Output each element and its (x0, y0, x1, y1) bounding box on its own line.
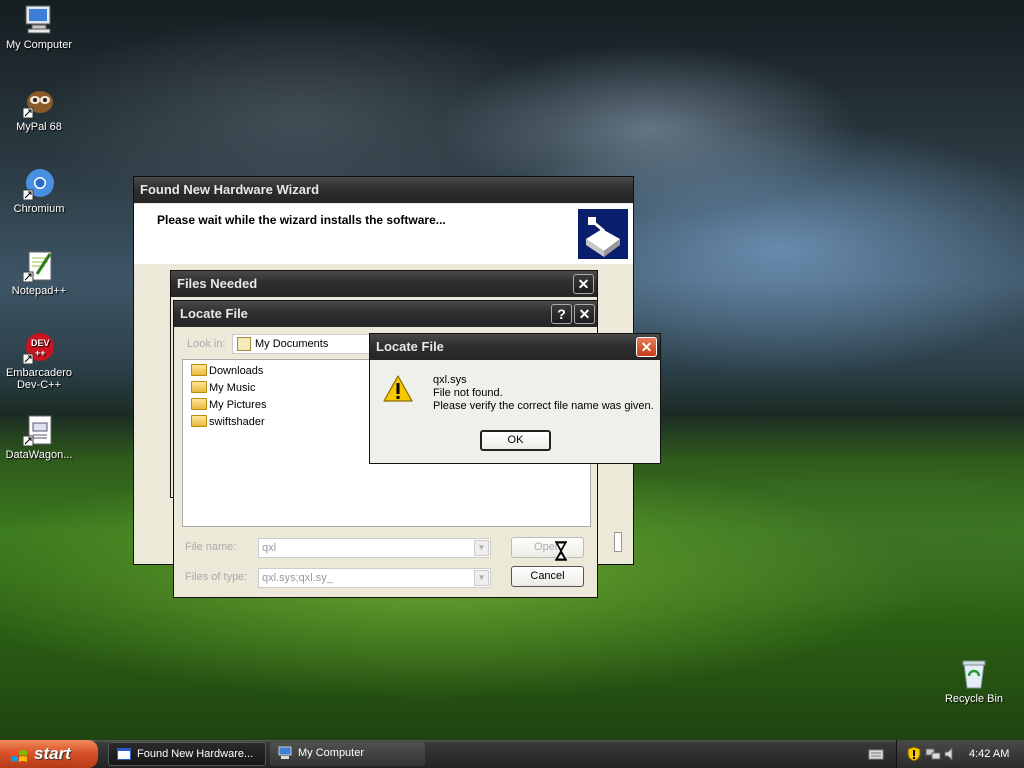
desktop-icon-label: Notepad++ (11, 285, 67, 297)
error-dialog-close-button[interactable]: ✕ (636, 337, 657, 357)
error-not-found: File not found. (433, 387, 503, 399)
locate-file-title: Locate File (180, 306, 248, 321)
taskbar: start Found New Hardware... My Computer … (0, 740, 1024, 768)
svg-text:DEV: DEV (31, 338, 50, 348)
taskbar-item-label: Found New Hardware... (137, 748, 254, 760)
file-name: swiftshader (209, 416, 265, 428)
look-in-select[interactable]: My Documents (232, 334, 372, 354)
taskbar-item-my-computer[interactable]: My Computer (270, 742, 425, 766)
files-of-type-select[interactable]: qxl.sys;qxl.sy_ ▼ (258, 568, 491, 588)
wizard-title: Found New Hardware Wizard (140, 182, 320, 197)
datawagon-icon (22, 414, 55, 447)
help-button[interactable]: ? (551, 304, 572, 324)
taskbar-item-label: My Computer (298, 747, 365, 759)
error-dialog-title: Locate File (376, 339, 444, 354)
error-filename: qxl.sys (433, 374, 467, 386)
desktop-icon-label: Recycle Bin (944, 693, 1004, 705)
mypal-icon (22, 86, 55, 119)
list-item[interactable]: Downloads (191, 364, 263, 381)
ok-button[interactable]: OK (480, 430, 551, 451)
clock[interactable]: 4:42 AM (969, 740, 1009, 768)
file-name-input[interactable]: qxl ▼ (258, 538, 491, 558)
file-name-value: qxl (262, 542, 277, 554)
keyboard-icon[interactable] (868, 747, 884, 761)
look-in-value: My Documents (255, 338, 329, 350)
error-dialog-titlebar[interactable]: Locate File ✕ (370, 334, 660, 360)
desktop-icon-label: My Computer (5, 39, 73, 51)
wizard-heading: Please wait while the wizard installs th… (157, 213, 446, 227)
file-name: Downloads (209, 365, 264, 377)
volume-icon[interactable] (943, 746, 957, 762)
windows-logo-icon (10, 746, 28, 762)
files-of-type-value: qxl.sys;qxl.sy_ (262, 572, 333, 584)
window-icon (117, 748, 131, 760)
files-needed-title: Files Needed (177, 276, 258, 291)
files-needed-close-button[interactable]: ✕ (573, 274, 594, 294)
file-name-label: File name: (185, 541, 237, 553)
desktop-icon-label: Embarcadero Dev-C++ (5, 367, 73, 391)
hardware-wizard-icon (578, 209, 628, 259)
cancel-button[interactable]: Cancel (511, 566, 584, 587)
start-label: start (34, 744, 71, 763)
dev-cpp-icon: DEV ++ (22, 332, 55, 365)
folder-icon (191, 415, 207, 427)
error-dialog[interactable]: Locate File ✕ qxl.sys File not found. Pl… (369, 333, 661, 464)
notepad-plus-plus-icon (22, 250, 55, 283)
chromium-icon (22, 168, 55, 201)
folder-icon (191, 364, 207, 376)
locate-file-titlebar[interactable]: Locate File ? ✕ (174, 301, 597, 327)
desktop-icon-notepadpp[interactable]: Notepad++ (1, 250, 77, 297)
wizard-header: Please wait while the wizard installs th… (134, 204, 633, 264)
file-name: My Pictures (209, 399, 267, 411)
list-item[interactable]: swiftshader (191, 415, 265, 432)
wizard-button-edge (614, 532, 622, 552)
svg-text:++: ++ (35, 348, 46, 358)
start-button[interactable]: start (0, 740, 98, 768)
desktop-icon-label: MyPal 68 (16, 121, 62, 133)
my-documents-icon (237, 337, 251, 351)
desktop-icon-chromium[interactable]: Chromium (1, 168, 77, 215)
desktop-icon-datawagon[interactable]: DataWagon... (1, 414, 77, 461)
list-item[interactable]: My Music (191, 381, 255, 398)
look-in-label: Look in: (187, 338, 226, 350)
wizard-titlebar[interactable]: Found New Hardware Wizard (134, 177, 633, 203)
locate-file-close-button[interactable]: ✕ (574, 304, 595, 324)
error-message: qxl.sys File not found. Please verify th… (433, 374, 654, 413)
files-of-type-label: Files of type: (185, 571, 248, 583)
files-needed-titlebar[interactable]: Files Needed ✕ (171, 271, 597, 297)
desktop-icon-label: Chromium (13, 203, 65, 215)
network-icon[interactable] (925, 747, 941, 761)
desktop-icon-label: DataWagon... (5, 449, 73, 461)
chevron-down-icon[interactable]: ▼ (474, 570, 489, 586)
desktop-icon-recycle-bin[interactable]: Recycle Bin (936, 658, 1012, 705)
hourglass-cursor-icon (554, 541, 568, 561)
list-item[interactable]: My Pictures (191, 398, 266, 415)
file-name: My Music (209, 382, 256, 394)
desktop-icon-mypal[interactable]: MyPal 68 (1, 86, 77, 133)
computer-icon (23, 4, 55, 36)
pictures-folder-icon (191, 398, 207, 410)
security-shield-icon[interactable] (907, 746, 921, 762)
desktop-icon-devcpp[interactable]: DEV ++ Embarcadero Dev-C++ (1, 332, 77, 391)
taskbar-item-hardware-wizard[interactable]: Found New Hardware... (108, 742, 266, 766)
error-instructions: Please verify the correct file name was … (433, 400, 654, 412)
open-button[interactable]: Open (511, 537, 584, 558)
system-tray: 4:42 AM (896, 740, 1024, 768)
recycle-bin-icon (958, 658, 990, 690)
chevron-down-icon[interactable]: ▼ (474, 540, 489, 556)
music-folder-icon (191, 381, 207, 393)
computer-icon (278, 746, 292, 760)
warning-icon (383, 374, 413, 404)
desktop-icon-my-computer[interactable]: My Computer (1, 4, 77, 51)
